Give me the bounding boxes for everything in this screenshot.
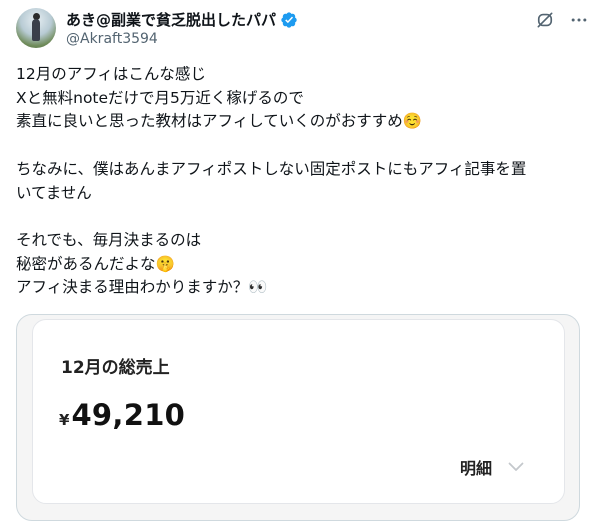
sales-amount: 49,210 xyxy=(71,398,186,432)
sales-card-title: 12月の総売上 xyxy=(61,358,170,378)
tweet-line: いてません xyxy=(16,183,92,202)
tweet-line: 素直に良いと思った教材はアフィしていくのがおすすめ☺️ xyxy=(16,112,423,131)
chevron-down-icon xyxy=(508,462,524,471)
sales-amount-row: ¥ 49,210 xyxy=(59,398,185,432)
more-icon[interactable] xyxy=(569,10,589,30)
currency-symbol: ¥ xyxy=(59,411,70,429)
sales-summary-card: 12月の総売上 ¥ 49,210 明細 xyxy=(32,319,565,504)
tweet-line: ちなみに、僕はあんまアフィポストしない固定ポストにもアフィ記事を置 xyxy=(16,159,527,178)
avatar-figure-shape xyxy=(32,19,40,41)
tweet-line: 12月のアフィはこんな感じ xyxy=(16,65,206,83)
tweet-media-image[interactable]: 12月の総売上 ¥ 49,210 明細 xyxy=(16,314,580,521)
tweet-line: アフィ決まる理由わかりますか？👀 xyxy=(16,278,268,297)
tweet-line: 秘密があるんだよな🤫 xyxy=(16,254,175,273)
detail-button[interactable]: 明細 xyxy=(460,455,524,479)
tweet-text: 12月のアフィはこんな感じ Xと無料noteだけで月5万近く稼げるので 素直に良… xyxy=(16,63,588,300)
author-name-row: あき@副業で貧乏脱出したパパ xyxy=(66,9,298,30)
grok-slash-icon[interactable] xyxy=(535,10,555,30)
tweet-line: Xと無料noteだけで月5万近く稼げるので xyxy=(16,88,304,107)
verified-badge-icon xyxy=(281,11,297,28)
tweet-line: それでも、毎月決まるのは xyxy=(16,230,202,249)
author-handle[interactable]: @Akraft3594 xyxy=(66,31,158,47)
author-display-name[interactable]: あき@副業で貧乏脱出したパパ xyxy=(66,9,276,30)
detail-label: 明細 xyxy=(459,459,492,478)
header-actions xyxy=(535,10,589,30)
avatar[interactable] xyxy=(16,8,56,48)
